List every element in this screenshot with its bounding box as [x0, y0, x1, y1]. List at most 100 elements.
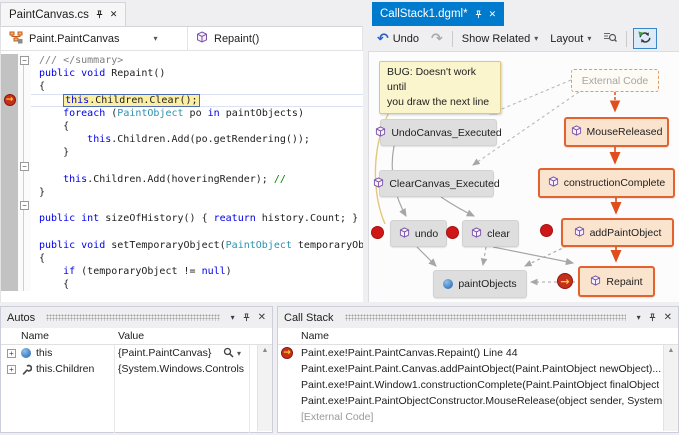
fold-toggle-icon[interactable]: −	[20, 201, 29, 210]
breakpoint-badge-clear[interactable]	[446, 226, 459, 239]
window-menu-icon[interactable]: ▾	[231, 313, 235, 322]
fold-toggle-icon[interactable]: −	[20, 56, 29, 65]
node-mousereleased[interactable]: MouseReleased	[564, 117, 669, 147]
magnifier-icon[interactable]	[223, 347, 234, 361]
node-undocanvas-executed[interactable]: UndoCanvas_Executed	[380, 119, 497, 146]
autos-row[interactable]: +this.Children{System.Windows.Controls	[1, 361, 272, 377]
code-text: public void Repaint()	[31, 67, 363, 80]
chevron-down-icon[interactable]: ▾	[237, 349, 241, 358]
node-repaint[interactable]: Repaint	[578, 266, 655, 297]
redo-button[interactable]: ↷	[428, 29, 446, 49]
breakpoint-margin[interactable]	[1, 265, 18, 278]
autos-scrollbar[interactable]: ▲	[257, 345, 272, 431]
code-line: → this.Children.Clear();	[1, 94, 363, 107]
node-clearcanvas-executed[interactable]: ClearCanvas_Executed	[379, 170, 494, 197]
breakpoint-margin[interactable]	[1, 173, 18, 186]
drag-grip[interactable]	[46, 314, 219, 321]
drag-grip[interactable]	[345, 314, 626, 321]
show-related-label: Show Related	[462, 33, 531, 45]
breakpoint-margin[interactable]	[1, 252, 18, 265]
node-undo[interactable]: undo	[390, 220, 447, 247]
callstack-frame[interactable]: Paint.exe!Paint.Paint.Canvas.addPaintObj…	[278, 361, 678, 377]
close-icon[interactable]: ✕	[110, 9, 118, 20]
node-external-code[interactable]: External Code	[571, 69, 659, 92]
zoom-to-fit-button[interactable]	[600, 29, 620, 48]
code-line: }	[1, 186, 363, 199]
breakpoint-margin[interactable]	[1, 133, 18, 146]
current-statement-badge-repaint[interactable]: →	[557, 273, 573, 289]
fold-toggle-icon[interactable]: −	[20, 162, 29, 171]
breakpoint-margin[interactable]	[1, 120, 18, 133]
graph-pane: CallStack1.dgml* ✕ ↶ Undo ↷ Show Related…	[368, 0, 679, 302]
class-dropdown[interactable]: Paint.PaintCanvas ▾	[1, 27, 187, 50]
method-icon	[590, 275, 601, 289]
breakpoint-margin[interactable]	[1, 54, 18, 67]
layout-dropdown[interactable]: Layout ▾	[547, 31, 594, 47]
close-icon[interactable]: ✕	[258, 312, 266, 323]
callstack-frame[interactable]: Paint.exe!Paint.PaintObjectConstructor.M…	[278, 393, 678, 409]
outlining-margin	[18, 239, 31, 252]
pin-icon[interactable]	[242, 313, 251, 322]
tab-paintcanvas[interactable]: PaintCanvas.cs ✕	[0, 2, 126, 26]
bug-comment-note[interactable]: BUG: Doesn't work until you draw the nex…	[379, 61, 501, 114]
callstack-titlebar[interactable]: Call Stack ▾ ✕	[278, 307, 678, 328]
breakpoint-margin[interactable]	[1, 199, 18, 212]
autos-titlebar[interactable]: Autos ▾ ✕	[1, 307, 272, 328]
tab-callstack-dgml[interactable]: CallStack1.dgml* ✕	[372, 2, 504, 26]
close-icon[interactable]: ✕	[664, 312, 672, 323]
method-icon	[373, 177, 384, 191]
breakpoint-margin[interactable]: →	[1, 94, 18, 107]
breakpoint-margin[interactable]	[1, 80, 18, 93]
pin-icon[interactable]	[474, 10, 483, 19]
breakpoint-margin[interactable]	[1, 160, 18, 173]
frame-text: Paint.exe!Paint.PaintCanvas.Repaint() Li…	[296, 347, 518, 359]
show-related-dropdown[interactable]: Show Related ▾	[459, 31, 542, 47]
code-editor[interactable]: −/// </summary>public void Repaint(){→ t…	[0, 51, 363, 302]
close-icon[interactable]: ✕	[489, 9, 497, 20]
node-clear[interactable]: clear	[462, 220, 519, 247]
undo-button[interactable]: ↶ Undo	[374, 29, 422, 49]
node-constructioncomplete[interactable]: constructionComplete	[538, 168, 675, 198]
code-line: public void Repaint()	[1, 67, 363, 80]
callstack-scrollbar[interactable]: ▲	[663, 345, 678, 431]
outlining-margin	[18, 67, 31, 80]
node-label: ClearCanvas_Executed	[389, 178, 499, 190]
breakpoint-margin[interactable]	[1, 107, 18, 120]
callstack-frame[interactable]: [External Code]	[278, 409, 678, 425]
class-name: Paint.PaintCanvas	[29, 33, 120, 45]
variable-name: this.Children	[36, 363, 94, 375]
callstack-frame[interactable]: Paint.exe!Paint.Window1.constructionComp…	[278, 377, 678, 393]
frame-text: Paint.exe!Paint.Paint.Canvas.addPaintObj…	[296, 363, 661, 375]
outlining-margin	[18, 265, 31, 278]
node-addpaintobject[interactable]: addPaintObject	[561, 218, 674, 247]
frame-text: [External Code]	[296, 411, 373, 423]
autos-header: Name Value	[1, 328, 272, 345]
breakpoint-badge-undo[interactable]	[371, 226, 384, 239]
pin-icon[interactable]	[648, 313, 657, 322]
callstack-frame[interactable]: →Paint.exe!Paint.PaintCanvas.Repaint() L…	[278, 345, 678, 361]
breakpoint-badge-addpaintobject[interactable]	[540, 224, 553, 237]
breakpoint-margin[interactable]	[1, 239, 18, 252]
breakpoint-margin[interactable]	[1, 186, 18, 199]
node-paintobjects[interactable]: paintObjects	[433, 270, 527, 298]
autos-row[interactable]: +this{Paint.PaintCanvas}▾	[1, 345, 272, 361]
code-line: {	[1, 278, 363, 291]
breakpoint-margin[interactable]	[1, 212, 18, 225]
sync-with-code-button[interactable]	[633, 28, 657, 49]
breakpoint-margin[interactable]	[1, 278, 18, 291]
breakpoint-margin[interactable]	[1, 67, 18, 80]
callstack-body: →Paint.exe!Paint.PaintCanvas.Repaint() L…	[278, 345, 678, 433]
note-line2: you draw the next line	[387, 95, 493, 110]
outlining-margin	[18, 252, 31, 265]
code-line: public int sizeOfHistory() { reaturn his…	[1, 212, 363, 225]
expand-toggle[interactable]: +	[7, 365, 16, 374]
breakpoint-margin[interactable]	[1, 146, 18, 159]
window-menu-icon[interactable]: ▾	[637, 313, 641, 322]
outlining-margin	[18, 107, 31, 120]
pin-icon[interactable]	[95, 10, 104, 19]
method-dropdown[interactable]: Repaint()	[188, 27, 267, 50]
code-line: this.Children.Add(hoveringRender); //	[1, 173, 363, 186]
breakpoint-margin[interactable]	[1, 225, 18, 238]
expand-toggle[interactable]: +	[7, 349, 16, 358]
dgml-canvas[interactable]: BUG: Doesn't work until you draw the nex…	[368, 52, 679, 302]
